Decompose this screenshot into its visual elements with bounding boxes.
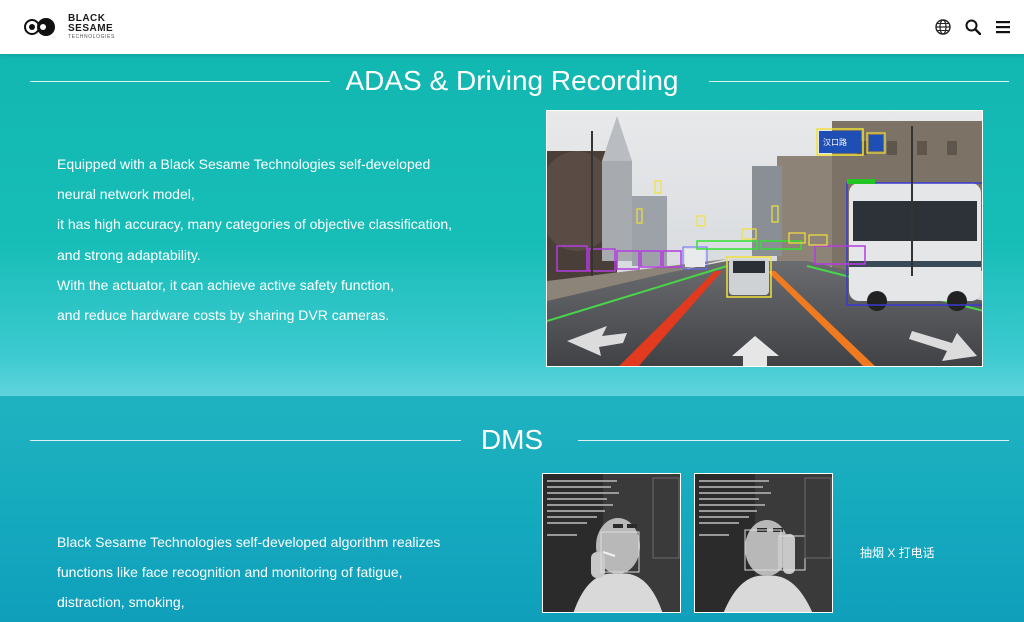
adas-demo-image: 汉口路 [546,110,983,367]
dms-line: Black Sesame Technologies self-developed… [57,534,441,550]
globe-icon[interactable] [934,18,952,36]
adas-title-row: ADAS & Driving Recording [0,64,1024,98]
logo-line-2: SESAME [68,23,114,34]
adas-section: ADAS & Driving Recording Equipped with a… [0,54,1024,396]
header-icons [934,18,1012,36]
dms-title: DMS [480,424,544,455]
dms-title-row: DMS [0,424,1024,456]
dms-line: distraction, smoking, [57,594,185,611]
adas-line: With the actuator, it can achieve active… [57,276,394,293]
logo-text: BLACK SESAME TECHNOLOGIES [68,14,115,40]
dms-phone-call-image [694,473,833,613]
dms-smoking-image [542,473,681,613]
site-header: BLACK SESAME TECHNOLOGIES [0,0,1024,54]
adas-line: and reduce hardware costs by sharing DVR… [57,307,390,324]
adas-line: and strong adaptability. [57,246,201,263]
logo[interactable]: BLACK SESAME TECHNOLOGIES [24,14,115,40]
logo-mark-icon [24,18,55,36]
adas-line: it has high accuracy, many categories of… [57,216,453,233]
title-divider-right [578,440,1009,441]
dms-caption: 抽烟 X 打电话 [860,546,935,560]
title-divider-left [30,440,461,441]
menu-icon[interactable] [994,18,1012,36]
dms-description: Black Sesame Technologies self-developed… [57,527,440,618]
adas-line: neural network model, [57,186,195,203]
adas-line: Equipped with a Black Sesame Technologie… [57,156,431,172]
dms-line: functions like face recognition and moni… [57,564,403,581]
title-divider-left [30,81,330,82]
title-divider-right [709,81,1009,82]
street-sign-label: 汉口路 [823,137,847,147]
adas-title: ADAS & Driving Recording [345,65,679,96]
adas-description: Equipped with a Black Sesame Technologie… [57,149,452,330]
dms-section: DMS Black Sesame Technologies self-devel… [0,396,1024,622]
search-icon[interactable] [964,18,982,36]
logo-line-3: TECHNOLOGIES [68,34,115,40]
